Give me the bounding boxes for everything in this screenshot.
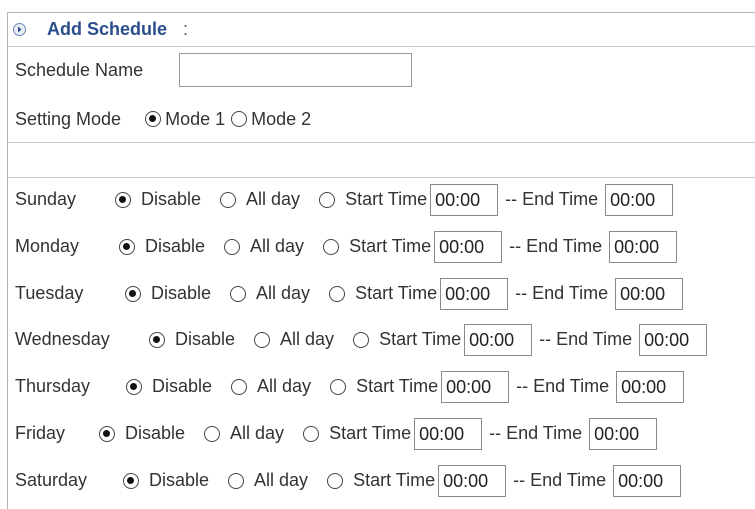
disable-radio[interactable] xyxy=(115,191,131,208)
all-day-radio[interactable] xyxy=(230,285,247,302)
start-time-label: Start Time xyxy=(355,283,438,303)
day-row-monday: Monday Disable All day Start Time 00:00 … xyxy=(8,223,755,270)
section-header: Add Schedule : xyxy=(8,13,755,47)
disable-label: Disable xyxy=(151,283,212,303)
day-row-tuesday: Tuesday Disable All day Start Time 00:00… xyxy=(8,270,755,317)
schedule-name-input[interactable] xyxy=(179,53,412,87)
day-row-saturday: Saturday Disable All day Start Time 00:0… xyxy=(8,457,755,504)
day-label: Friday xyxy=(15,423,66,443)
start-time-label: Start Time xyxy=(345,189,428,209)
end-time-label: -- End Time xyxy=(516,376,610,396)
start-time-input[interactable]: 00:00 xyxy=(464,323,533,356)
section-title-colon: : xyxy=(183,19,189,39)
schedule-name-label: Schedule Name xyxy=(15,59,144,80)
all-day-radio[interactable] xyxy=(220,191,237,208)
all-day-label: All day xyxy=(254,470,309,490)
disable-label: Disable xyxy=(125,423,186,443)
end-time-input[interactable]: 00:00 xyxy=(605,183,674,216)
day-row-sunday: Sunday Disable All day Start Time 00:00 … xyxy=(8,176,755,223)
end-time-label: -- End Time xyxy=(513,470,607,490)
all-day-radio[interactable] xyxy=(254,331,271,348)
start-time-radio[interactable] xyxy=(329,285,346,302)
day-label: Thursday xyxy=(15,376,91,396)
end-time-label: -- End Time xyxy=(515,283,609,303)
all-day-label: All day xyxy=(257,376,312,396)
all-day-radio[interactable] xyxy=(231,378,248,395)
day-row-friday: Friday Disable All day Start Time 00:00 … xyxy=(8,410,755,457)
end-time-input[interactable]: 00:00 xyxy=(639,323,708,356)
disable-label: Disable xyxy=(141,189,202,209)
end-time-input[interactable]: 00:00 xyxy=(613,464,682,497)
end-time-input[interactable]: 00:00 xyxy=(615,277,684,310)
end-time-label: -- End Time xyxy=(539,329,633,349)
disable-radio[interactable] xyxy=(125,285,141,302)
start-time-radio[interactable] xyxy=(353,331,370,348)
start-time-label: Start Time xyxy=(329,423,412,443)
disable-radio[interactable] xyxy=(99,425,115,442)
disable-radio[interactable] xyxy=(126,378,142,395)
start-time-radio[interactable] xyxy=(327,472,344,489)
all-day-label: All day xyxy=(256,283,311,303)
mode-1-radio[interactable] xyxy=(145,111,162,127)
start-time-radio[interactable] xyxy=(303,425,320,442)
day-row-thursday: Thursday Disable All day Start Time 00:0… xyxy=(8,363,755,410)
all-day-radio[interactable] xyxy=(224,238,241,255)
start-time-radio[interactable] xyxy=(319,191,336,208)
end-time-input[interactable]: 00:00 xyxy=(609,230,678,263)
all-day-label: All day xyxy=(246,189,301,209)
start-time-input[interactable]: 00:00 xyxy=(430,183,499,216)
start-time-input[interactable]: 00:00 xyxy=(438,464,507,497)
disable-label: Disable xyxy=(145,236,206,256)
schedule-panel: Add Schedule : Schedule Name Setting Mod… xyxy=(7,12,755,509)
start-time-label: Start Time xyxy=(353,470,436,490)
setting-mode-label: Setting Mode xyxy=(15,108,122,129)
end-time-label: -- End Time xyxy=(505,189,599,209)
setting-mode-row: Setting Mode Mode 1 Mode 2 xyxy=(8,97,317,141)
start-time-label: Start Time xyxy=(356,376,439,396)
disable-radio[interactable] xyxy=(119,238,135,255)
end-time-label: -- End Time xyxy=(509,236,603,256)
start-time-input[interactable]: 00:00 xyxy=(414,417,483,450)
disable-radio[interactable] xyxy=(149,331,165,348)
all-day-label: All day xyxy=(280,329,335,349)
start-time-label: Start Time xyxy=(349,236,432,256)
start-time-input[interactable]: 00:00 xyxy=(434,230,503,263)
end-time-input[interactable]: 00:00 xyxy=(616,370,685,403)
all-day-label: All day xyxy=(230,423,285,443)
all-day-label: All day xyxy=(250,236,305,256)
section-title: Add Schedule xyxy=(47,19,168,39)
disable-label: Disable xyxy=(175,329,236,349)
arrow-bullet-icon xyxy=(13,23,26,36)
start-time-label: Start Time xyxy=(379,329,462,349)
mode-2-label: Mode 2 xyxy=(251,108,312,129)
start-time-radio[interactable] xyxy=(330,378,347,395)
end-time-input[interactable]: 00:00 xyxy=(589,417,658,450)
end-time-label: -- End Time xyxy=(489,423,583,443)
mode-1-label: Mode 1 xyxy=(165,108,226,129)
disable-label: Disable xyxy=(149,470,210,490)
mode-2-radio[interactable] xyxy=(231,111,248,127)
day-label: Sunday xyxy=(15,189,77,209)
start-time-radio[interactable] xyxy=(323,238,340,255)
day-row-wednesday: Wednesday Disable All day Start Time 00:… xyxy=(8,316,755,363)
disable-radio[interactable] xyxy=(123,472,139,489)
divider-row xyxy=(8,142,755,178)
day-label: Monday xyxy=(15,236,80,256)
all-day-radio[interactable] xyxy=(204,425,221,442)
day-label: Tuesday xyxy=(15,283,84,303)
day-label: Wednesday xyxy=(15,329,110,349)
start-time-input[interactable]: 00:00 xyxy=(441,370,510,403)
disable-label: Disable xyxy=(152,376,213,396)
all-day-radio[interactable] xyxy=(228,472,245,489)
start-time-input[interactable]: 00:00 xyxy=(440,277,509,310)
day-label: Saturday xyxy=(15,470,88,490)
